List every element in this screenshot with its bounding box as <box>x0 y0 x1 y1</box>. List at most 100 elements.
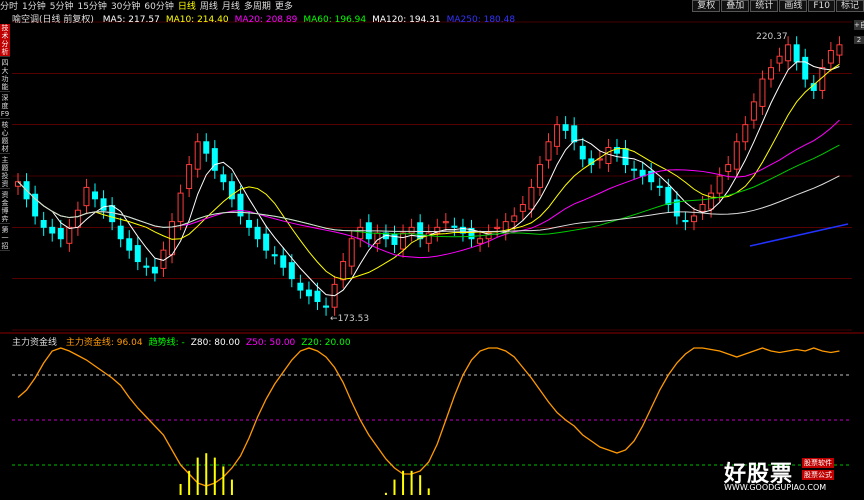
candle-body <box>767 67 774 80</box>
candle-body <box>357 226 364 240</box>
candle-body <box>49 226 56 234</box>
candle-body <box>836 44 843 56</box>
signal-bar <box>188 470 191 495</box>
candle-body <box>793 44 800 63</box>
candle-body <box>785 44 792 62</box>
candle-body <box>665 186 672 206</box>
signal-bar <box>213 457 216 495</box>
candle-body <box>827 50 834 64</box>
high-price-label: 220.37 <box>756 32 788 42</box>
candle-body <box>194 141 201 170</box>
candle-body <box>519 204 526 212</box>
candle-body <box>776 55 783 64</box>
ma-legend-3: MA60: 196.94 <box>303 15 367 25</box>
indicator-legend-4: Z20: 20.00 <box>301 338 351 348</box>
candle-body <box>554 124 561 147</box>
candle-body <box>314 290 321 302</box>
candle-body <box>83 186 90 207</box>
signal-bar <box>393 479 396 495</box>
candle-body <box>340 261 347 281</box>
candle-body <box>477 238 484 244</box>
candle-body <box>143 265 150 268</box>
candle-body <box>742 124 749 143</box>
candle-body <box>400 232 407 250</box>
ma-legend-2: MA20: 208.89 <box>234 15 298 25</box>
ma-legend-0: MA5: 217.57 <box>102 15 160 25</box>
candle-body <box>622 148 629 166</box>
candle-body <box>74 209 81 228</box>
signal-bar <box>419 475 422 495</box>
candle-body <box>442 221 449 224</box>
ma-line-0 <box>17 61 840 297</box>
candle-body <box>725 164 732 172</box>
main-legend: 喻空调(日线 前复权) MA5: 217.57 MA10: 214.40 MA20:… <box>12 12 527 25</box>
candle-body <box>716 175 723 194</box>
candle-body <box>750 101 757 121</box>
candle-body <box>545 141 552 161</box>
indicator-legend-2: Z80: 80.00 <box>190 338 240 348</box>
candle-body <box>254 226 261 240</box>
ma-line-3 <box>17 144 840 238</box>
indicator-legend-3: Z50: 50.00 <box>246 338 296 348</box>
ma-legend-1: MA10: 214.40 <box>165 15 229 25</box>
candle-body <box>109 205 116 223</box>
watermark-side-1: 股票公式 <box>802 470 834 480</box>
candle-body <box>280 255 287 268</box>
low-price-label: ←173.53 <box>330 314 369 324</box>
candle-body <box>708 192 715 210</box>
signal-bar <box>230 479 233 495</box>
candle-body <box>562 124 569 131</box>
candle-body <box>690 215 697 223</box>
indicator-legend: 主力资金线 主力资金线: 96.04 趋势线: - Z80: 80.00 Z50: 5… <box>12 335 363 348</box>
watermark-side-0: 股票软件 <box>802 458 834 468</box>
candle-body <box>220 174 227 183</box>
candle-body <box>511 215 518 223</box>
candle-body <box>699 204 706 212</box>
candle-body <box>631 168 638 171</box>
candle-body <box>639 169 646 177</box>
candle-body <box>246 219 253 228</box>
candle-body <box>186 164 193 190</box>
signal-bar <box>196 457 199 495</box>
candle-body <box>579 145 586 160</box>
candle-body <box>305 289 312 297</box>
candle-body <box>40 219 47 228</box>
signal-bar <box>179 484 182 495</box>
candle-body <box>348 238 355 267</box>
signal-bar <box>222 466 225 495</box>
candle-body <box>288 262 295 280</box>
candle-body <box>536 164 543 188</box>
watermark-url: WWW.GOODGUPIAO.COM <box>724 483 827 492</box>
signal-bar <box>410 470 413 495</box>
candle-body <box>117 225 124 240</box>
candle-body <box>126 238 133 251</box>
candle-body <box>802 56 809 80</box>
candle-body <box>92 191 99 200</box>
candle-body <box>571 125 578 143</box>
candle-body <box>451 225 458 228</box>
candle-body <box>682 219 689 223</box>
candle-body <box>57 227 64 240</box>
kline-chart[interactable]: 220.37 ←173.53 <box>0 0 864 500</box>
signal-bar <box>205 453 208 495</box>
candle-body <box>733 141 740 170</box>
candle-body <box>177 192 184 223</box>
signal-bar <box>427 488 430 495</box>
indicator-name: 主力资金线 <box>12 338 58 348</box>
signal-bar <box>402 470 405 495</box>
candle-body <box>494 226 501 229</box>
candle-body <box>203 141 210 154</box>
watermark: 好股票 WWW.GOODGUPIAO.COM 股票软件 股票公式 <box>724 456 834 496</box>
candle-body <box>323 305 330 308</box>
candle-body <box>605 146 612 164</box>
stock-title: 喻空调(日线 前复权) <box>12 15 94 25</box>
candle-body <box>656 185 663 188</box>
indicator-legend-1: 趋势线: - <box>148 338 185 348</box>
indicator-legend-0: 主力资金线: 96.04 <box>65 338 143 348</box>
candle-body <box>134 245 141 263</box>
candle-body <box>66 226 73 244</box>
candle-body <box>263 233 270 251</box>
candle-body <box>151 266 158 274</box>
ma-legend-5: MA250: 180.48 <box>446 15 516 25</box>
candle-body <box>408 226 415 234</box>
